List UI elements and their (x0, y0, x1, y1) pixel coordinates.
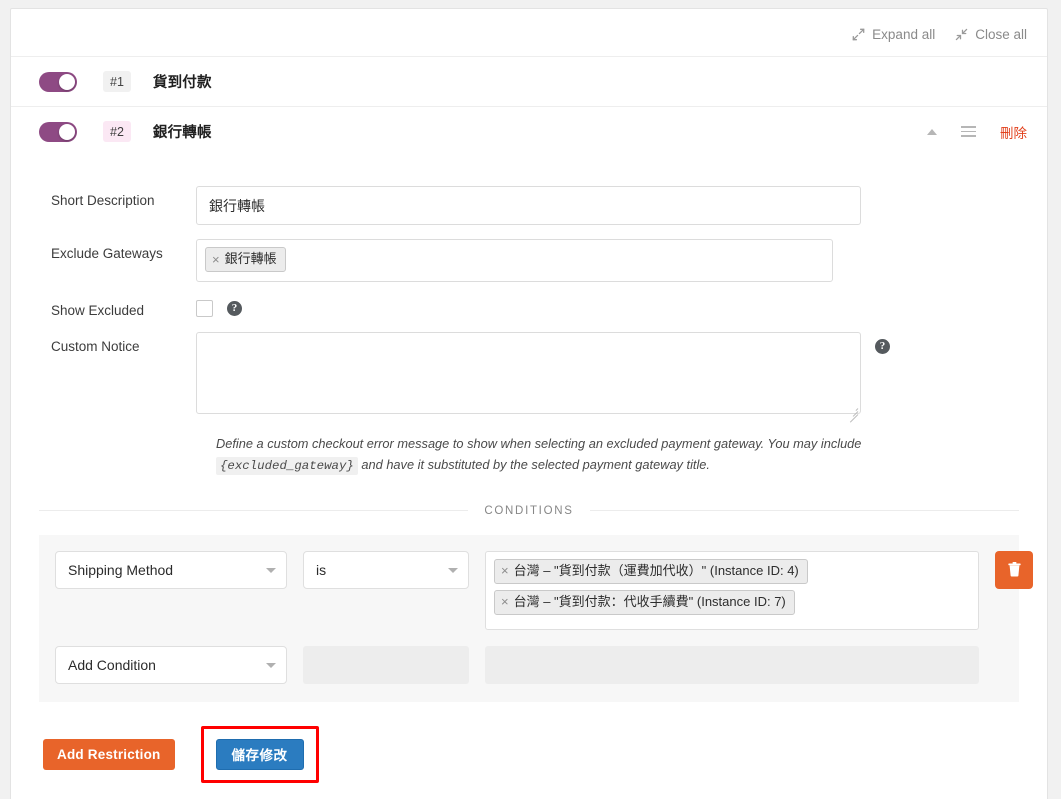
restriction-title-2: 銀行轉帳 (152, 125, 212, 141)
conditions-divider: CONDITIONS (31, 505, 1027, 517)
values-placeholder-disabled (485, 645, 979, 684)
conditions-divider-label: CONDITIONS (484, 504, 574, 517)
close-all-label: Close all (975, 27, 1027, 42)
app-root: Expand all Close all #1 貨到付款 #2 銀行轉帳 刪除 … (0, 0, 1061, 799)
remove-tag-icon[interactable]: × (501, 595, 509, 608)
chevron-down-icon (266, 662, 276, 668)
short-description-label: Short Description (51, 193, 155, 208)
chevron-down-icon (448, 567, 458, 573)
tag-label: 台灣 – "貨到付款（運費加代收）" (Instance ID: 4) (513, 562, 799, 578)
expand-arrows-icon (852, 28, 865, 41)
card-top-actions: Expand all Close all (11, 9, 1047, 56)
custom-notice-help-icon[interactable]: ? (875, 339, 890, 354)
restriction-number-badge-2: #2 (103, 121, 131, 142)
conditions-panel: Shipping Method is × 台灣 – "貨到付款（運費加代收）" … (39, 534, 1033, 702)
field-exclude-gateways: Exclude Gateways × 銀行轉帳 (51, 239, 1027, 282)
condition-type-select[interactable]: Shipping Method (55, 550, 287, 589)
toggle-knob (59, 73, 75, 90)
field-short-description: Short Description (51, 186, 1027, 225)
expand-all-label: Expand all (872, 27, 936, 42)
field-show-excluded: Show Excluded ? (51, 296, 1027, 318)
toggle-knob (59, 123, 75, 140)
restriction-row-2[interactable]: #2 銀行轉帳 刪除 (11, 106, 1047, 156)
show-excluded-label: Show Excluded (51, 303, 145, 318)
restrictions-card: Expand all Close all #1 貨到付款 #2 銀行轉帳 刪除 … (10, 8, 1048, 799)
exclude-gateways-multiselect[interactable]: × 銀行轉帳 (196, 239, 833, 282)
caret-up-icon[interactable] (927, 128, 937, 135)
show-excluded-help-icon[interactable]: ? (227, 301, 242, 316)
restriction-row-tools: 刪除 (927, 122, 1027, 142)
custom-notice-hint: Define a custom checkout error message t… (216, 433, 916, 477)
expand-all-button[interactable]: Expand all (852, 27, 935, 42)
drag-handle-icon[interactable] (961, 123, 976, 140)
chevron-down-icon (266, 567, 276, 573)
remove-tag-icon[interactable]: × (501, 564, 509, 577)
save-button-highlight: 儲存修改 (200, 725, 319, 783)
form-footer: Add Restriction 儲存修改 (31, 702, 1027, 799)
add-condition-value: Add Condition (68, 656, 156, 673)
field-custom-notice: Custom Notice ? (51, 332, 1027, 423)
restriction-detail-panel: Short Description Exclude Gateways × 銀行轉… (11, 156, 1047, 799)
add-restriction-button[interactable]: Add Restriction (43, 738, 175, 770)
restriction-form: Short Description Exclude Gateways × 銀行轉… (31, 156, 1027, 477)
condition-operator-value: is (316, 561, 327, 578)
short-description-input[interactable] (196, 186, 861, 225)
exclude-gateways-label: Exclude Gateways (51, 246, 163, 261)
save-changes-button[interactable]: 儲存修改 (215, 738, 304, 770)
restriction-title-1: 貨到付款 (152, 75, 212, 91)
condition-value-tag[interactable]: × 台灣 – "貨到付款（運費加代收）" (Instance ID: 4) (494, 558, 808, 584)
operator-placeholder-disabled (303, 645, 469, 684)
close-all-button[interactable]: Close all (955, 27, 1027, 42)
add-condition-select[interactable]: Add Condition (55, 645, 287, 684)
custom-notice-label: Custom Notice (51, 339, 140, 354)
divider-line-left (39, 510, 469, 512)
hint-text-part1: Define a custom checkout error message t… (216, 436, 862, 451)
restriction-row-1[interactable]: #1 貨到付款 (11, 56, 1047, 106)
delete-restriction-button[interactable]: 刪除 (1000, 122, 1027, 142)
remove-tag-icon[interactable]: × (212, 253, 220, 266)
condition-type-value: Shipping Method (68, 561, 174, 578)
tag-label: 台灣 – "貨到付款：代收手續費" (Instance ID: 7) (513, 593, 786, 609)
restriction-number-badge-1: #1 (103, 71, 131, 92)
show-excluded-checkbox[interactable] (196, 300, 213, 317)
tag-label: 銀行轉帳 (224, 251, 277, 266)
delete-condition-button[interactable] (995, 550, 1033, 589)
condition-operator-select[interactable]: is (303, 550, 469, 589)
hint-placeholder-token: {excluded_gateway} (216, 457, 358, 476)
condition-row: Shipping Method is × 台灣 – "貨到付款（運費加代收）" … (55, 550, 1033, 630)
restriction-toggle-1[interactable] (39, 71, 77, 92)
restriction-toggle-2[interactable] (39, 121, 77, 142)
collapse-arrows-icon (955, 28, 968, 41)
condition-value-tag[interactable]: × 台灣 – "貨到付款：代收手續費" (Instance ID: 7) (494, 589, 795, 616)
divider-line-right (589, 510, 1020, 512)
trash-icon (1007, 562, 1021, 577)
exclude-gateway-tag[interactable]: × 銀行轉帳 (205, 247, 286, 273)
condition-values-multiselect[interactable]: × 台灣 – "貨到付款（運費加代收）" (Instance ID: 4) × … (485, 550, 979, 630)
add-condition-row: Add Condition (55, 645, 1003, 684)
hint-text-part2: and have it substituted by the selected … (361, 457, 710, 473)
custom-notice-textarea[interactable] (196, 332, 861, 414)
